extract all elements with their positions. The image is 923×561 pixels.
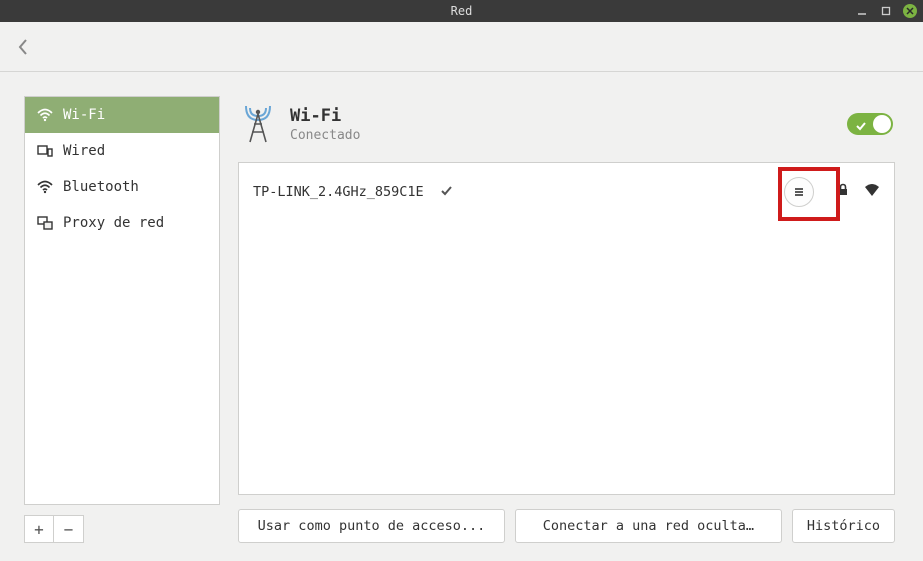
sidebar-item-proxy[interactable]: Proxy de red xyxy=(25,205,219,241)
antenna-icon xyxy=(240,102,276,146)
main-header: Wi-Fi Conectado xyxy=(238,96,895,162)
back-button[interactable] xyxy=(14,37,34,57)
lock-icon xyxy=(836,183,850,201)
add-connection-button[interactable]: + xyxy=(24,515,54,543)
network-ssid: TP-LINK_2.4GHz_859C1E xyxy=(253,184,424,200)
sidebar-item-label: Wired xyxy=(63,143,105,159)
bottom-buttons: Usar como punto de acceso... Conectar a … xyxy=(238,509,895,543)
ethernet-icon xyxy=(37,143,53,159)
network-list: TP-LINK_2.4GHz_859C1E xyxy=(238,162,895,495)
hotspot-button[interactable]: Usar como punto de acceso... xyxy=(238,509,505,543)
page-title: Wi-Fi xyxy=(290,106,833,126)
toggle-knob xyxy=(873,115,891,133)
wifi-icon xyxy=(37,107,53,123)
network-settings-button[interactable] xyxy=(784,177,814,207)
main-titles: Wi-Fi Conectado xyxy=(290,106,833,143)
wifi-toggle[interactable] xyxy=(847,113,893,135)
bluetooth-icon xyxy=(37,179,53,195)
hamburger-icon xyxy=(792,185,806,199)
connect-hidden-button[interactable]: Conectar a una red oculta… xyxy=(515,509,782,543)
network-row[interactable]: TP-LINK_2.4GHz_859C1E xyxy=(253,177,880,207)
sidebar-item-label: Wi-Fi xyxy=(63,107,105,123)
main-panel: Wi-Fi Conectado TP-LINK_2.4GHz_859C1E xyxy=(238,96,895,543)
window-title: Red xyxy=(451,4,473,18)
close-button[interactable] xyxy=(903,4,917,18)
sidebar-item-wired[interactable]: Wired xyxy=(25,133,219,169)
sidebar-item-label: Bluetooth xyxy=(63,179,139,195)
window-controls xyxy=(855,4,917,18)
content-area: Wi-Fi Wired Bluetooth Proxy de red xyxy=(0,72,923,561)
maximize-button[interactable] xyxy=(879,4,893,18)
sidebar-item-wifi[interactable]: Wi-Fi xyxy=(25,97,219,133)
sidebar: Wi-Fi Wired Bluetooth Proxy de red xyxy=(24,96,220,543)
check-icon xyxy=(855,117,867,136)
history-button[interactable]: Histórico xyxy=(792,509,895,543)
titlebar: Red xyxy=(0,0,923,22)
connected-check-icon xyxy=(440,184,453,201)
sidebar-item-bluetooth[interactable]: Bluetooth xyxy=(25,169,219,205)
minimize-button[interactable] xyxy=(855,4,869,18)
sidebar-list: Wi-Fi Wired Bluetooth Proxy de red xyxy=(24,96,220,505)
sidebar-item-label: Proxy de red xyxy=(63,215,164,231)
signal-icon xyxy=(864,183,880,201)
proxy-icon xyxy=(37,215,53,231)
header-bar xyxy=(0,22,923,72)
status-text: Conectado xyxy=(290,128,833,143)
sidebar-buttons: + − xyxy=(24,515,220,543)
remove-connection-button[interactable]: − xyxy=(54,515,84,543)
